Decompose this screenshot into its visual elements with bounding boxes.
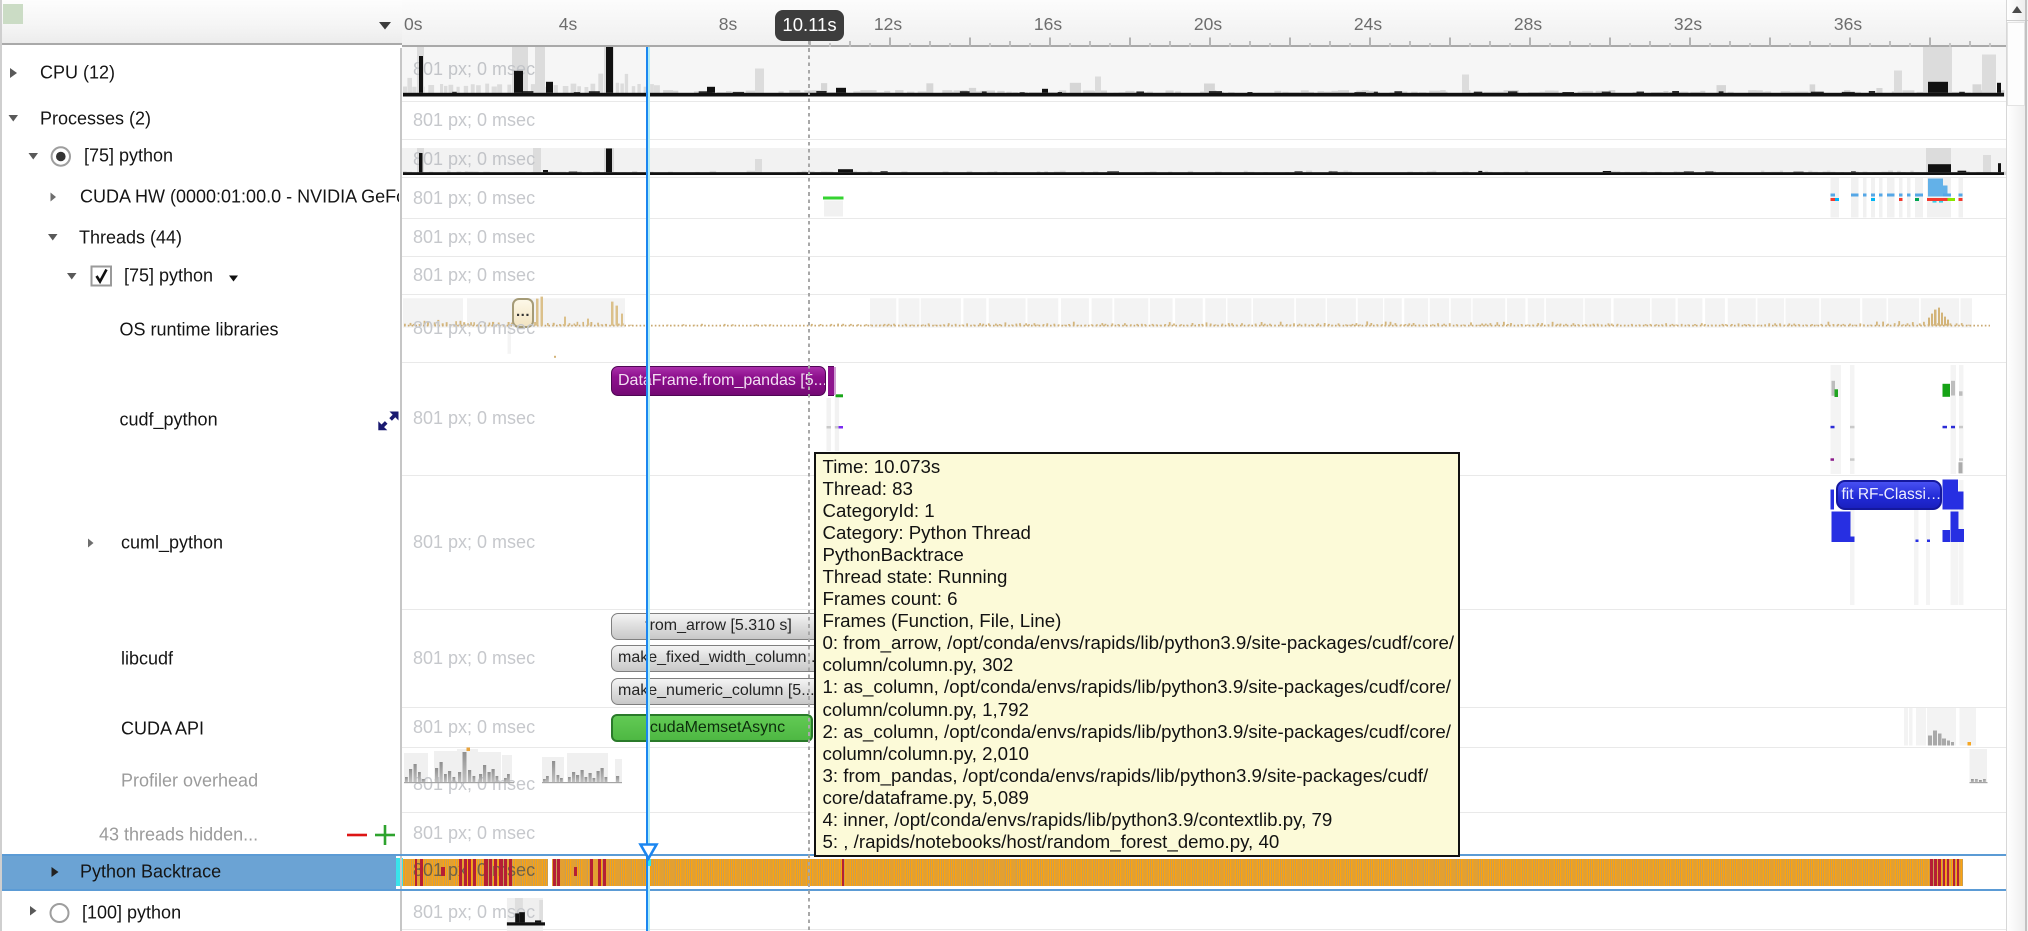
svg-text:801 px; 0 msec: 801 px; 0 msec: [413, 149, 535, 169]
